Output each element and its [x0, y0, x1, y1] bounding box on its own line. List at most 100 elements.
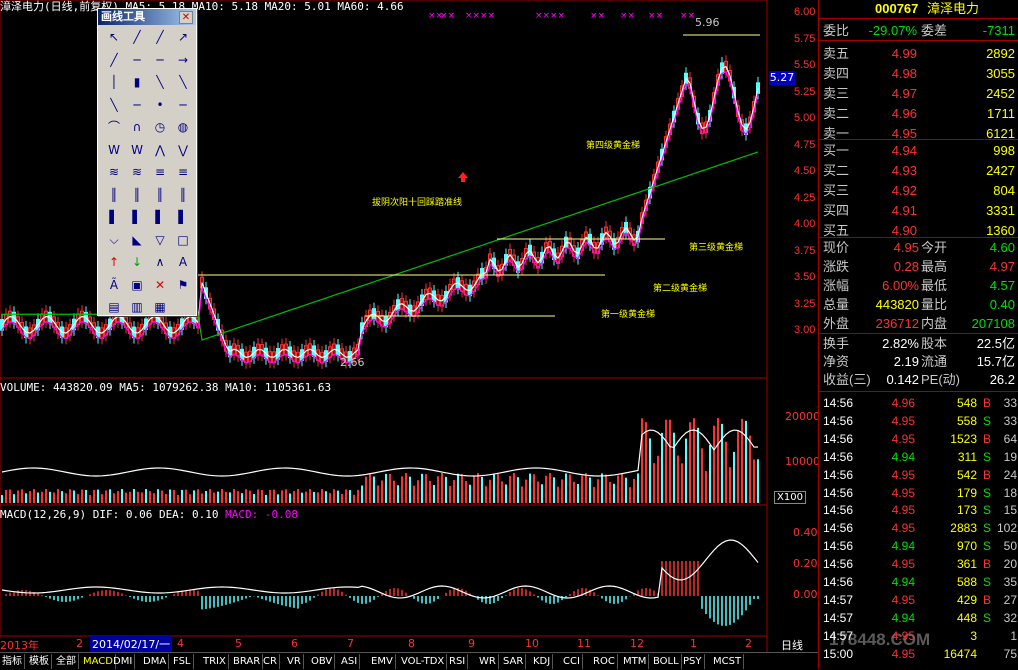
draw-tool-icon[interactable]: ╱ — [104, 50, 124, 70]
tab-fsl[interactable]: FSL — [171, 654, 194, 669]
draw-tool-icon[interactable]: ▥ — [127, 297, 147, 317]
draw-tool-icon[interactable]: ▌ — [104, 207, 124, 227]
draw-tool-icon[interactable]: Ã — [104, 275, 124, 295]
period-label[interactable]: 日线 — [781, 637, 803, 653]
draw-tool-icon[interactable]: • — [150, 95, 170, 115]
tick-price: 4.94 — [891, 449, 915, 464]
tick-row[interactable]: 14:56 4.95 1523 B 64 — [819, 430, 1018, 448]
tab-psy[interactable]: PSY — [681, 654, 705, 669]
draw-tool-icon[interactable]: ─ — [127, 95, 147, 115]
draw-tool-icon[interactable]: ╱ — [127, 27, 147, 47]
draw-tool-icon[interactable]: ⋁ — [173, 140, 193, 160]
draw-tool-icon[interactable]: W — [127, 140, 147, 160]
tick-row[interactable]: 14:56 4.95 173 S 15 — [819, 501, 1018, 519]
draw-tool-icon[interactable]: ∩ — [127, 117, 147, 137]
draw-tool-icon[interactable]: │ — [104, 72, 124, 92]
draw-tool-icon[interactable]: ⚑ — [173, 275, 193, 295]
draw-tool-icon[interactable]: ▌ — [173, 207, 193, 227]
draw-tool-icon[interactable]: ≋ — [127, 162, 147, 182]
tab-dmi[interactable]: DMI — [111, 654, 136, 669]
tab-sar[interactable]: SAR — [501, 654, 527, 669]
drawing-toolbox[interactable]: 画线工具 ✕ ↖ ╱ ╱ ↗ ╱ ─ ─ → │ ▮ ╲ ╲ ╲ ─ • ─ ⌒ ∩ ◷ ◍ W W ⋀ ⋁ ≋ ≋ ≡ ≡ ║ ║ ║ ║ ▌… — [97, 8, 197, 316]
tab-mtm[interactable]: MTM — [621, 654, 650, 669]
draw-tool-icon[interactable]: ⌵ — [104, 230, 124, 250]
draw-tool-icon[interactable]: ║ — [150, 185, 170, 205]
tick-row[interactable]: 14:56 4.95 361 B 20 — [819, 555, 1018, 573]
draw-tool-icon[interactable]: ↑ — [104, 252, 124, 272]
tab-vol-tdx[interactable]: VOL-TDX — [399, 654, 448, 669]
tab-全部[interactable]: 全部 — [54, 654, 79, 669]
tab-obv[interactable]: OBV — [309, 654, 336, 669]
draw-tool-icon[interactable]: ─ — [127, 50, 147, 70]
draw-tool-icon[interactable]: ↗ — [173, 27, 193, 47]
tab-vr[interactable]: VR — [285, 654, 304, 669]
draw-tool-icon[interactable]: ⋀ — [150, 140, 170, 160]
tab-asi[interactable]: ASI — [339, 654, 361, 669]
close-icon[interactable]: ✕ — [179, 11, 193, 24]
tick-row[interactable]: 14:56 4.96 548 B 33 — [819, 394, 1018, 412]
draw-tool-icon[interactable]: ◷ — [150, 117, 170, 137]
draw-tool-icon[interactable]: ≋ — [104, 162, 124, 182]
draw-tool-icon[interactable]: ▤ — [104, 297, 124, 317]
draw-tool-icon[interactable]: ▌ — [127, 207, 147, 227]
draw-tool-icon[interactable]: ╲ — [173, 72, 193, 92]
draw-tool-icon[interactable]: ║ — [127, 185, 147, 205]
draw-tool-icon[interactable]: ◣ — [127, 230, 147, 250]
tab-roc[interactable]: ROC — [591, 654, 618, 669]
tick-row[interactable]: 14:56 4.94 588 S 35 — [819, 573, 1018, 591]
draw-tool-icon[interactable]: ▦ — [150, 297, 170, 317]
tab-trix[interactable]: TRIX — [201, 654, 229, 669]
draw-tool-icon[interactable]: ─ — [150, 50, 170, 70]
tab-模板[interactable]: 模板 — [27, 654, 52, 669]
draw-tool-icon[interactable]: □ — [173, 230, 193, 250]
tab-kdj[interactable]: KDJ — [531, 654, 554, 669]
tab-mcst[interactable]: MCST — [711, 654, 745, 669]
draw-tool-icon[interactable]: ╱ — [150, 27, 170, 47]
month-label: 4 — [177, 637, 184, 650]
tick-row[interactable]: 14:56 4.95 542 B 24 — [819, 466, 1018, 484]
draw-tool-icon[interactable]: ≡ — [173, 162, 193, 182]
draw-tool-icon[interactable]: ↖ — [104, 27, 124, 47]
tick-row[interactable]: 14:56 4.94 311 S 19 — [819, 448, 1018, 466]
draw-tool-icon[interactable]: ∧ — [150, 252, 170, 272]
draw-tool-icon[interactable]: → — [173, 50, 193, 70]
draw-tool-icon[interactable]: ⌒ — [104, 117, 124, 137]
tick-row[interactable]: 14:56 4.95 558 S 33 — [819, 412, 1018, 430]
draw-tool-icon[interactable]: ╲ — [150, 72, 170, 92]
draw-tool-icon[interactable]: W — [104, 140, 124, 160]
tick-row[interactable]: 14:57 4.95 3 1 — [819, 627, 1018, 645]
draw-tool-icon[interactable]: ▮ — [127, 72, 147, 92]
month-label: 10 — [525, 637, 539, 650]
tab-emv[interactable]: EMV — [369, 654, 396, 669]
tab-指标[interactable]: 指标 — [0, 654, 25, 669]
tab-dma[interactable]: DMA — [141, 654, 170, 669]
tick-row[interactable]: 14:57 4.95 429 B 27 — [819, 591, 1018, 609]
tab-brar[interactable]: BRAR — [231, 654, 264, 669]
draw-tool-icon[interactable]: ╲ — [104, 95, 124, 115]
tick-row[interactable]: 14:57 4.94 448 S 32 — [819, 609, 1018, 627]
tick-row[interactable]: 14:56 4.95 179 S 18 — [819, 484, 1018, 502]
draw-tool-icon[interactable]: ↓ — [127, 252, 147, 272]
tab-rsi[interactable]: RSI — [447, 654, 469, 669]
tab-boll[interactable]: BOLL — [651, 654, 682, 669]
draw-tool-icon[interactable]: ≡ — [150, 162, 170, 182]
draw-tool-icon[interactable]: A — [173, 252, 193, 272]
draw-tool-icon[interactable]: ▣ — [127, 275, 147, 295]
draw-tool-icon[interactable]: ◍ — [173, 117, 193, 137]
price-tick: 4.50 — [794, 165, 816, 177]
tab-cci[interactable]: CCI — [561, 654, 583, 669]
draw-tool-icon[interactable]: ✕ — [150, 275, 170, 295]
stat-value: 15.7亿 — [976, 354, 1015, 369]
draw-tool-icon[interactable]: ║ — [173, 185, 193, 205]
tab-cr[interactable]: CR — [261, 654, 280, 669]
tick-row[interactable]: 14:56 4.94 970 S 50 — [819, 537, 1018, 555]
tick-row[interactable]: 15:00 4.95 16474 75 — [819, 645, 1018, 663]
draw-tool-icon[interactable]: ▽ — [150, 230, 170, 250]
tab-wr[interactable]: WR — [477, 654, 499, 669]
month-label: 9 — [468, 637, 475, 650]
draw-tool-icon[interactable]: ║ — [104, 185, 124, 205]
tick-price: 4.95 — [891, 413, 915, 428]
tick-row[interactable]: 14:56 4.95 2883 S 102 — [819, 519, 1018, 537]
draw-tool-icon[interactable]: ─ — [173, 95, 193, 115]
draw-tool-icon[interactable]: ▌ — [150, 207, 170, 227]
